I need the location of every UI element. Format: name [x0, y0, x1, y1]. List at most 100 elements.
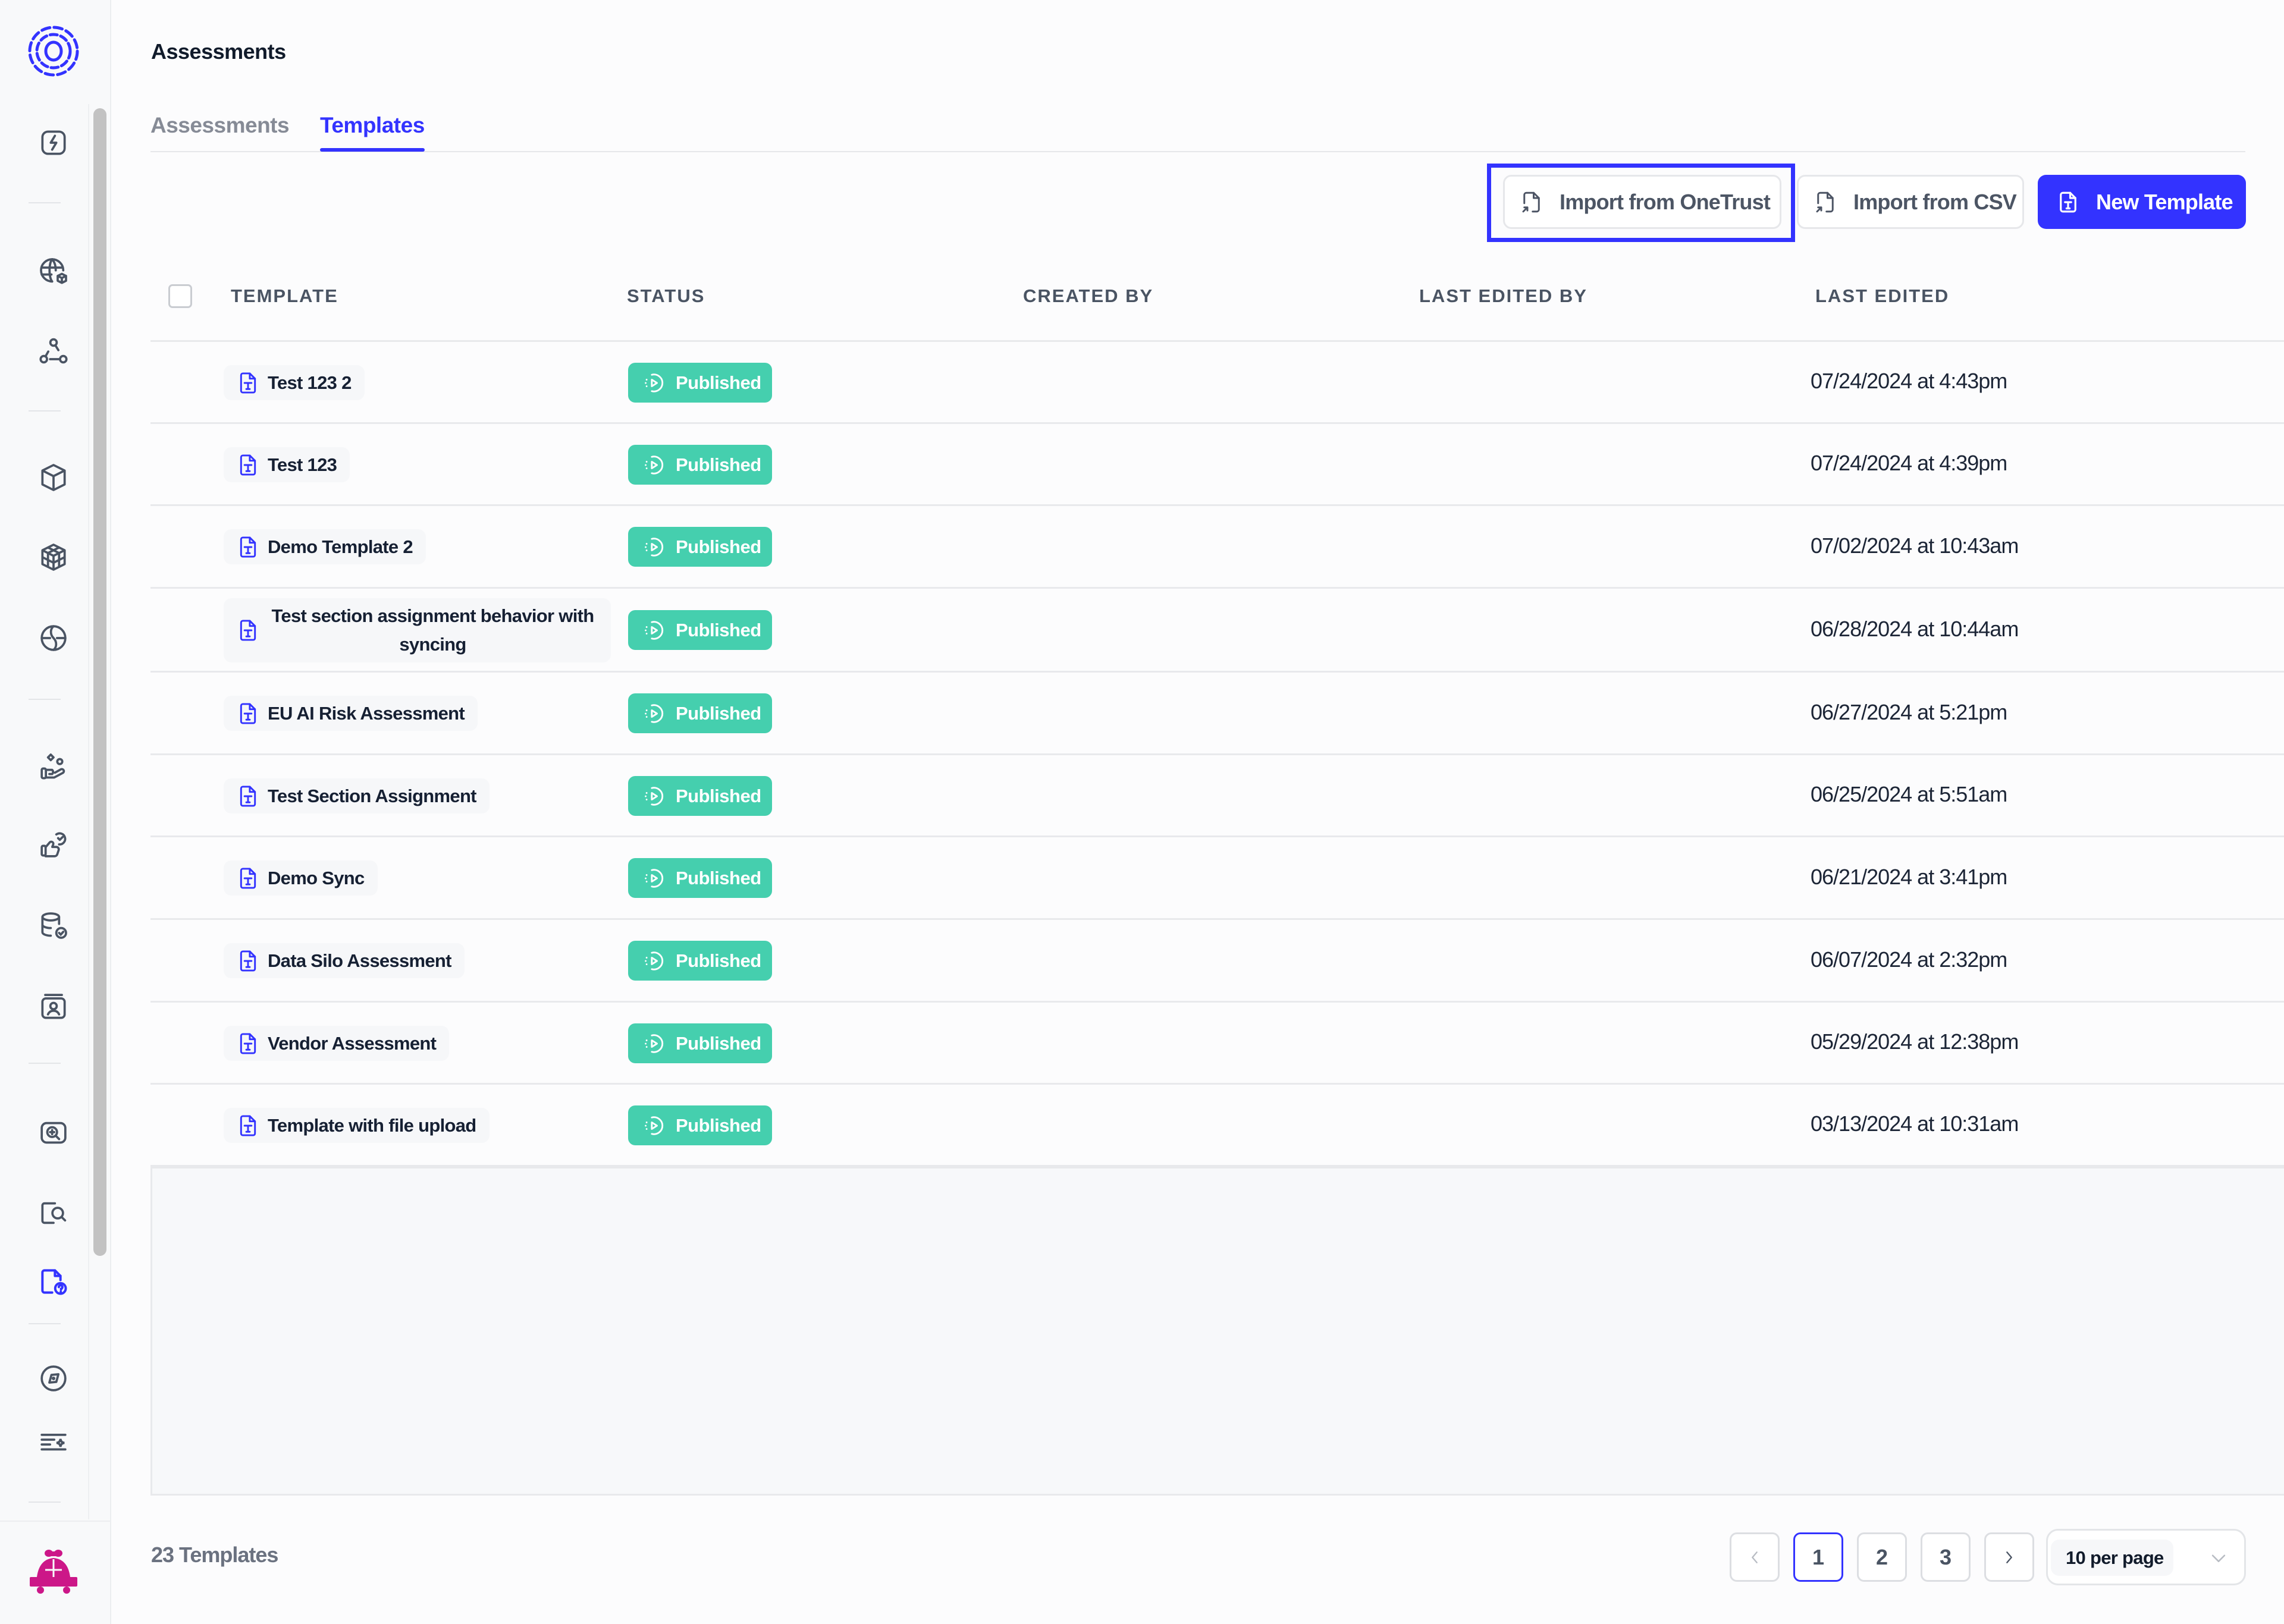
template-name-link[interactable]: Test section assignment behavior with sy… [224, 598, 611, 662]
table-row[interactable]: Vendor Assessment Published 05/29/2024 at … [150, 1003, 2284, 1085]
new-template-label: New Template [2096, 189, 2233, 214]
sidebar-scrollbar-thumb[interactable] [93, 108, 106, 1256]
sidebar-divider [29, 699, 61, 700]
template-name-link[interactable]: Demo Template 2 [224, 529, 426, 564]
sidebar-item-data-lineage[interactable] [37, 334, 70, 367]
column-header-template[interactable]: TEMPLATE [231, 285, 338, 307]
template-name: EU AI Risk Assessment [268, 702, 465, 724]
next-page-button[interactable] [1984, 1532, 2034, 1582]
chevron-left-icon [1752, 1551, 1758, 1563]
boxes-icon [41, 544, 66, 571]
template-name-link[interactable]: Test 123 [224, 447, 350, 482]
last-edited-date: 06/27/2024 at 5:21pm [1811, 700, 2007, 724]
table-row[interactable]: Demo Sync Published 06/21/2024 at 3:41pm [150, 837, 2284, 920]
table-row[interactable]: Demo Template 2 Published 07/02/2024 at 10… [150, 506, 2284, 589]
column-header-created-by[interactable]: CREATED BY [1023, 285, 1153, 307]
chevron-down-icon [2211, 1554, 2226, 1562]
template-name: Demo Sync [268, 867, 365, 888]
table-row[interactable]: Data Silo Assessment Published 06/07/2024 … [150, 920, 2284, 1003]
published-icon [645, 620, 664, 640]
zoom-plus-icon [40, 1122, 67, 1144]
table-empty-area [150, 1167, 2284, 1496]
sidebar-item-structured-discovery[interactable] [37, 909, 70, 942]
per-page-select[interactable]: 10 per page [2046, 1529, 2246, 1585]
published-icon [645, 1034, 664, 1053]
sidebar-item-discovery[interactable] [37, 1116, 70, 1149]
table-row[interactable]: Test section assignment behavior with sy… [150, 589, 2284, 673]
table-row[interactable]: Test 123 Published 07/24/2024 at 4:39pm [150, 424, 2284, 506]
status-label: Published [676, 536, 761, 557]
status-badge: Published [628, 445, 772, 485]
template-name-link[interactable]: Test 123 2 [224, 365, 365, 400]
nodes-icon [39, 338, 68, 364]
template-name: Template with file upload [268, 1114, 476, 1136]
text-sparkle-icon [40, 1433, 67, 1451]
sidebar-item-assessments[interactable] [37, 1265, 70, 1298]
mascot-logo-icon[interactable] [27, 1546, 80, 1598]
published-icon [645, 537, 664, 557]
template-name-link[interactable]: Demo Sync [224, 860, 378, 896]
sidebar-item-data-inventory[interactable] [37, 255, 70, 288]
file-template-icon [240, 454, 256, 476]
import-onetrust-label: Import from OneTrust [1560, 189, 1771, 214]
file-template-icon [240, 950, 256, 972]
template-name-link[interactable]: Template with file upload [224, 1108, 490, 1143]
template-name-link[interactable]: Data Silo Assessment [224, 943, 465, 978]
select-all-checkbox[interactable] [168, 284, 192, 308]
table-row[interactable]: Template with file upload Published 03/13/… [150, 1085, 2284, 1167]
file-template-icon [240, 867, 256, 889]
file-template-icon [240, 1114, 256, 1136]
published-icon [645, 951, 664, 970]
prev-page-button[interactable] [1730, 1532, 1780, 1582]
column-header-status[interactable]: STATUS [627, 285, 705, 307]
app-logo-icon[interactable] [26, 24, 81, 78]
column-header-last-edited-by[interactable]: LAST EDITED BY [1419, 285, 1587, 307]
tab-templates[interactable]: Templates [320, 113, 425, 152]
sidebar-item-consent[interactable] [37, 621, 70, 655]
template-name-link[interactable]: Test Section Assignment [224, 778, 490, 813]
file-template-icon [240, 785, 256, 807]
import-onetrust-button[interactable]: Import from OneTrust [1503, 175, 1781, 229]
column-header-last-edited[interactable]: LAST EDITED [1815, 285, 1949, 307]
last-edited-date: 06/21/2024 at 3:41pm [1811, 865, 2007, 889]
sidebar-divider [29, 1323, 61, 1324]
sidebar-item-action-items[interactable] [37, 126, 70, 159]
file-help-icon [41, 1269, 67, 1295]
globe-box-icon [40, 258, 67, 284]
doc-search-icon [41, 1202, 67, 1224]
page-button-1[interactable]: 1 [1793, 1532, 1843, 1582]
template-name: Test section assignment behavior with sy… [271, 605, 595, 655]
import-csv-button[interactable]: Import from CSV [1797, 175, 2024, 229]
tab-assessments[interactable]: Assessments [150, 113, 290, 151]
published-icon [645, 455, 664, 475]
table-row[interactable]: EU AI Risk Assessment Published 06/27/2024… [150, 673, 2284, 755]
page-button-3[interactable]: 3 [1921, 1532, 1971, 1582]
template-name-link[interactable]: Vendor Assessment [224, 1026, 450, 1061]
published-icon [645, 1116, 664, 1135]
sidebar-item-requests[interactable] [37, 750, 70, 784]
contact-icon [41, 994, 66, 1019]
sidebar-item-preferences[interactable] [37, 828, 70, 861]
status-label: Published [676, 785, 761, 806]
new-template-button[interactable]: New Template [2038, 175, 2246, 229]
table-row[interactable]: Test 123 2 Published 07/24/2024 at 4:43pm [150, 342, 2284, 424]
sidebar-item-systems[interactable] [37, 541, 70, 574]
database-check-icon [41, 912, 67, 939]
sidebar-item-integrations[interactable] [37, 461, 70, 494]
sidebar-item-explore[interactable] [37, 1362, 70, 1395]
template-name: Test Section Assignment [268, 785, 477, 806]
sidebar-item-ai[interactable] [37, 1427, 70, 1460]
published-icon [645, 703, 664, 723]
status-label: Published [676, 702, 761, 724]
template-name: Vendor Assessment [268, 1032, 437, 1054]
sidebar-divider [29, 1063, 61, 1064]
template-name: Test 123 [268, 454, 337, 475]
page-button-2[interactable]: 2 [1857, 1532, 1907, 1582]
sidebar-item-identity[interactable] [37, 990, 70, 1023]
table-row[interactable]: Test Section Assignment Published 06/25/20… [150, 755, 2284, 837]
file-template-icon [240, 620, 256, 641]
template-name-link[interactable]: EU AI Risk Assessment [224, 696, 478, 731]
last-edited-date: 06/25/2024 at 5:51am [1811, 782, 2007, 806]
sidebar-item-audit[interactable] [37, 1196, 70, 1230]
last-edited-date: 07/02/2024 at 10:43am [1811, 533, 2019, 558]
